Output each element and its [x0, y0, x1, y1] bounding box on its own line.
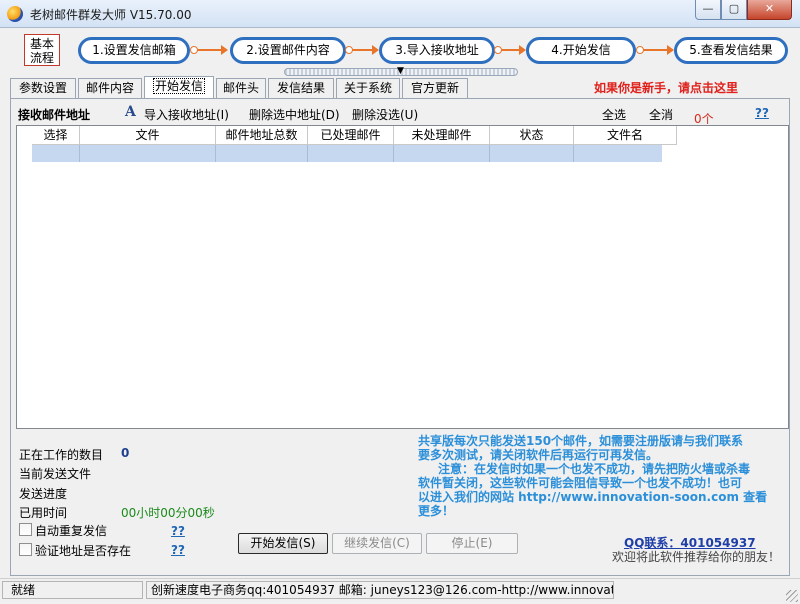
- verify-address-help-link[interactable]: ??: [171, 543, 185, 557]
- tab-settings[interactable]: 参数设置: [10, 78, 76, 98]
- close-button[interactable]: ✕: [747, 0, 792, 20]
- tab-start-sending-label: 开始发信: [152, 78, 205, 94]
- column-header-processed[interactable]: 已处理邮件: [308, 126, 394, 145]
- step-view-results[interactable]: 5.查看发信结果: [674, 37, 788, 64]
- step-set-sender[interactable]: 1.设置发信邮箱: [78, 37, 190, 64]
- workflow-label-line2: 流程: [29, 51, 54, 65]
- tab-start-sending[interactable]: 开始发信: [144, 76, 214, 98]
- notice-line: 共享版每次只能发送150个邮件，如需要注册版请与我们联系: [418, 434, 744, 448]
- tab-mail-header[interactable]: 邮件头: [216, 78, 266, 98]
- table-row[interactable]: [32, 145, 662, 162]
- progress-label: 发送进度: [19, 487, 68, 501]
- notice-line[interactable]: 以进入我们的网站 http://www.innovation-soon.com …: [418, 490, 778, 504]
- verify-address-checkbox[interactable]: [19, 543, 32, 556]
- import-icon: A: [125, 104, 136, 120]
- tab-mail-content[interactable]: 邮件内容: [78, 78, 142, 98]
- chevron-down-icon[interactable]: ▼: [397, 66, 404, 76]
- notice-line: 要多次测试，请关闭软件后再运行可再发信。: [418, 448, 659, 462]
- flow-arrow: [636, 45, 674, 55]
- start-sending-button[interactable]: 开始发信(S): [238, 533, 328, 554]
- step-set-content[interactable]: 2.设置邮件内容: [230, 37, 346, 64]
- elapsed-time-label: 已用时间: [19, 506, 68, 520]
- select-all-button[interactable]: 全选: [602, 106, 626, 123]
- resize-grip-icon[interactable]: [786, 590, 798, 602]
- address-table[interactable]: 选择 文件 邮件地址总数 已处理邮件 未处理邮件 状态 文件名: [16, 125, 789, 429]
- step-start-sending[interactable]: 4.开始发信: [526, 37, 636, 64]
- column-header-unprocessed[interactable]: 未处理邮件: [394, 126, 490, 145]
- maximize-button[interactable]: ▢: [721, 0, 747, 20]
- verify-address-label[interactable]: 验证地址是否存在: [35, 542, 131, 559]
- status-bar: 就绪 创新速度电子商务qq:401054937 邮箱: juneys123@12…: [0, 578, 800, 604]
- toolbar-help-link[interactable]: ??: [755, 106, 769, 120]
- table-cell: [394, 145, 490, 162]
- table-cell: [80, 145, 216, 162]
- column-header-status[interactable]: 状态: [490, 126, 574, 145]
- column-header-filename[interactable]: 文件名: [574, 126, 677, 145]
- elapsed-time-value: 00小时00分00秒: [121, 506, 215, 520]
- stop-button[interactable]: 停止(E): [426, 533, 518, 554]
- status-info: 创新速度电子商务qq:401054937 邮箱: juneys123@126.c…: [146, 581, 614, 599]
- status-ready: 就绪: [2, 581, 143, 599]
- table-cell: [308, 145, 394, 162]
- table-cell: [32, 145, 80, 162]
- table-cell: [216, 145, 308, 162]
- working-count-label: 正在工作的数目: [19, 448, 104, 462]
- recommend-text: 欢迎将此软件推荐给你的朋友！: [612, 550, 781, 564]
- import-addresses-button[interactable]: 导入接收地址(I): [144, 106, 229, 123]
- tab-official-update[interactable]: 官方更新: [402, 78, 468, 98]
- deselect-all-button[interactable]: 全消: [649, 106, 673, 123]
- workflow-label: 基本 流程: [24, 34, 60, 66]
- title-bar: 老树邮件群发大师 V15.70.00 — ▢ ✕: [0, 0, 800, 28]
- auto-repeat-help-link[interactable]: ??: [171, 524, 185, 538]
- current-file-label: 当前发送文件: [19, 467, 92, 481]
- column-header-total[interactable]: 邮件地址总数: [216, 126, 308, 145]
- step-import-addresses[interactable]: 3.导入接收地址: [379, 37, 495, 64]
- newbie-help-link[interactable]: 如果你是新手，请点击这里: [594, 79, 738, 96]
- table-cell: [490, 145, 574, 162]
- auto-repeat-label[interactable]: 自动重复发信: [35, 522, 107, 539]
- minimize-button[interactable]: —: [695, 0, 721, 20]
- notice-line: 注意：在发信时如果一个也发不成功，请先把防火墙或杀毒: [438, 462, 751, 476]
- shareware-notice: 共享版每次只能发送150个邮件，如需要注册版请与我们联系 要多次测试，请关闭软件…: [418, 434, 778, 518]
- auto-repeat-checkbox[interactable]: [19, 523, 32, 536]
- window-title: 老树邮件群发大师 V15.70.00: [30, 8, 192, 22]
- delete-unsent-button[interactable]: 删除没选(U): [352, 106, 418, 123]
- flow-arrow: [494, 45, 526, 55]
- flow-arrow: [190, 45, 228, 55]
- column-header-file[interactable]: 文件: [80, 126, 216, 145]
- notice-line: 软件暂关闭，这些软件可能会阻信导致一个也发不成功！也可: [418, 476, 743, 490]
- resume-sending-button[interactable]: 继续发信(C): [332, 533, 422, 554]
- column-header-select[interactable]: 选择: [32, 126, 80, 145]
- flow-arrow: [345, 45, 379, 55]
- delete-selected-button[interactable]: 删除选中地址(D): [249, 106, 340, 123]
- working-count-value: 0: [121, 446, 130, 460]
- workflow-label-line1: 基本: [29, 37, 54, 51]
- recipient-section-label: 接收邮件地址: [18, 108, 91, 122]
- tab-about[interactable]: 关于系统: [336, 78, 400, 98]
- tab-send-results[interactable]: 发信结果: [268, 78, 334, 98]
- app-icon: [7, 6, 23, 22]
- notice-line: 更多！: [418, 504, 455, 518]
